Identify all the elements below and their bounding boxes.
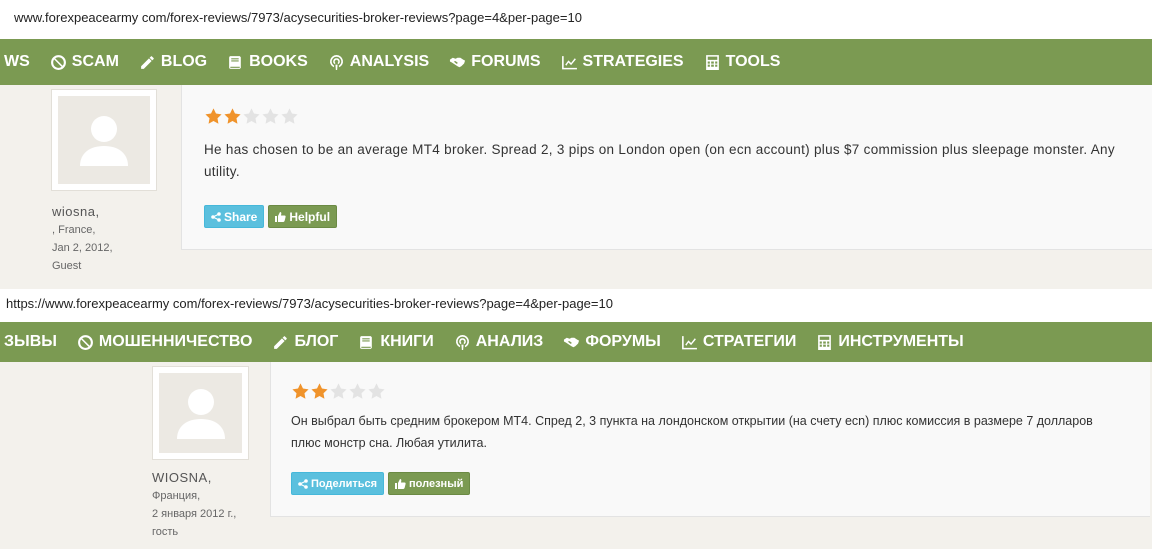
nav-label: FORUMS [471,53,541,70]
review-panel-english: wiosna, , France, Jan 2, 2012, Guest He … [0,85,1152,289]
nav-item-analysis[interactable]: АНАЛИЗ [454,333,544,351]
author-info: WIOSNA, Франция, 2 января 2012 г., гость [152,469,236,541]
nav-item-blog[interactable]: BLOG [139,53,207,71]
nav-label: ЗЫВЫ [4,333,57,350]
author-name: wiosna, [52,204,100,219]
nav-label: SCAM [71,53,119,70]
nav-label: БЛОГ [294,333,339,350]
user-icon [176,389,225,439]
star-filled-icon [291,382,310,401]
share-label: Share [224,209,258,224]
star-filled-icon [204,107,223,126]
star-empty-icon [329,382,348,401]
podcast-icon [454,334,471,351]
pencil-icon [272,334,289,351]
nav-item-forums[interactable]: ФОРУМЫ [563,333,661,351]
share-icon [298,478,308,489]
nav-label: МОШЕННИЧЕСТВО [98,333,253,350]
nav-label: STRATEGIES [582,53,684,70]
avatar [152,366,249,460]
author-location: , France, [52,224,96,236]
nav-item-blog[interactable]: БЛОГ [272,333,338,351]
helpful-button[interactable]: полезный [388,472,471,495]
star-filled-icon [310,382,329,401]
ban-icon [77,334,94,351]
calculator-icon [704,54,721,71]
review-date: 2 января 2012 г., [152,508,237,520]
avatar [51,89,157,191]
share-button[interactable]: Поделиться [291,472,385,495]
review-text: He has chosen to be an average MT4 broke… [204,142,1115,179]
share-button[interactable]: Share [204,205,265,228]
main-nav-russian: ЗЫВЫ МОШЕННИЧЕСТВО БЛОГ КНИГИ АНАЛИЗ ФОР… [0,322,1152,362]
url-bar-russian[interactable]: https://www.forexpeacearmy com/forex-rev… [0,289,1152,319]
nav-label: BLOG [160,53,208,70]
star-empty-icon [348,382,367,401]
user-icon [80,116,128,166]
main-nav-english: WS SCAM BLOG BOOKS ANALYSIS FORUMS STRAT… [0,39,1152,85]
star-empty-icon [261,107,280,126]
nav-item-scam[interactable]: SCAM [50,53,119,71]
author-location: Франция, [152,490,201,502]
author-info: wiosna, , France, Jan 2, 2012, Guest [52,203,113,275]
handshake-icon [563,334,580,351]
review-panel-russian: WIOSNA, Франция, 2 января 2012 г., гость… [0,362,1152,549]
nav-item-news[interactable]: WS [4,53,30,71]
helpful-label: Helpful [289,209,331,224]
star-rating [204,107,299,126]
nav-label: ИНСТРУМЕНТЫ [838,333,964,350]
review-date: Jan 2, 2012, [52,242,113,254]
star-empty-icon [242,107,261,126]
book-icon [358,334,375,351]
ban-icon [50,54,67,71]
star-filled-icon [223,107,242,126]
review-card: Он выбрал быть средним брокером МТ4. Спр… [270,362,1150,517]
handshake-icon [449,54,466,71]
helpful-button[interactable]: Helpful [268,205,338,228]
nav-item-tools[interactable]: ИНСТРУМЕНТЫ [816,333,964,351]
url-bar-english[interactable]: www.forexpeacearmy com/forex-reviews/797… [0,0,1152,36]
share-icon [211,211,221,222]
nav-label: WS [4,53,30,70]
thumbs-up-icon [275,211,287,222]
review-card: He has chosen to be an average MT4 broke… [181,85,1152,250]
nav-label: BOOKS [249,53,308,70]
author-name: WIOSNA, [152,470,212,485]
nav-item-tools[interactable]: TOOLS [704,53,781,71]
thumbs-up-icon [395,478,406,489]
author-role: Guest [52,260,82,272]
nav-item-strategies[interactable]: СТРАТЕГИИ [681,333,796,351]
nav-item-strategies[interactable]: STRATEGIES [561,53,684,71]
nav-label: ANALYSIS [349,53,430,70]
calculator-icon [816,334,833,351]
nav-item-scam[interactable]: МОШЕННИЧЕСТВО [77,333,253,351]
star-empty-icon [280,107,299,126]
book-icon [227,54,244,71]
nav-label: АНАЛИЗ [475,333,544,350]
line-chart-icon [681,334,698,351]
share-label: Поделиться [311,477,378,490]
nav-item-books[interactable]: BOOKS [227,53,308,71]
nav-item-reviews[interactable]: ЗЫВЫ [4,333,57,351]
podcast-icon [328,54,345,71]
author-role: гость [152,526,179,538]
nav-label: TOOLS [725,53,781,70]
nav-item-books[interactable]: КНИГИ [358,333,434,351]
line-chart-icon [561,54,578,71]
helpful-label: полезный [409,477,464,490]
nav-item-analysis[interactable]: ANALYSIS [328,53,429,71]
nav-label: КНИГИ [380,333,434,350]
nav-label: ФОРУМЫ [585,333,661,350]
pencil-icon [139,54,156,71]
nav-label: СТРАТЕГИИ [702,333,797,350]
review-text: Он выбрал быть средним брокером МТ4. Спр… [291,414,1093,450]
star-empty-icon [367,382,386,401]
star-rating [291,382,386,401]
nav-item-forums[interactable]: FORUMS [449,53,541,71]
